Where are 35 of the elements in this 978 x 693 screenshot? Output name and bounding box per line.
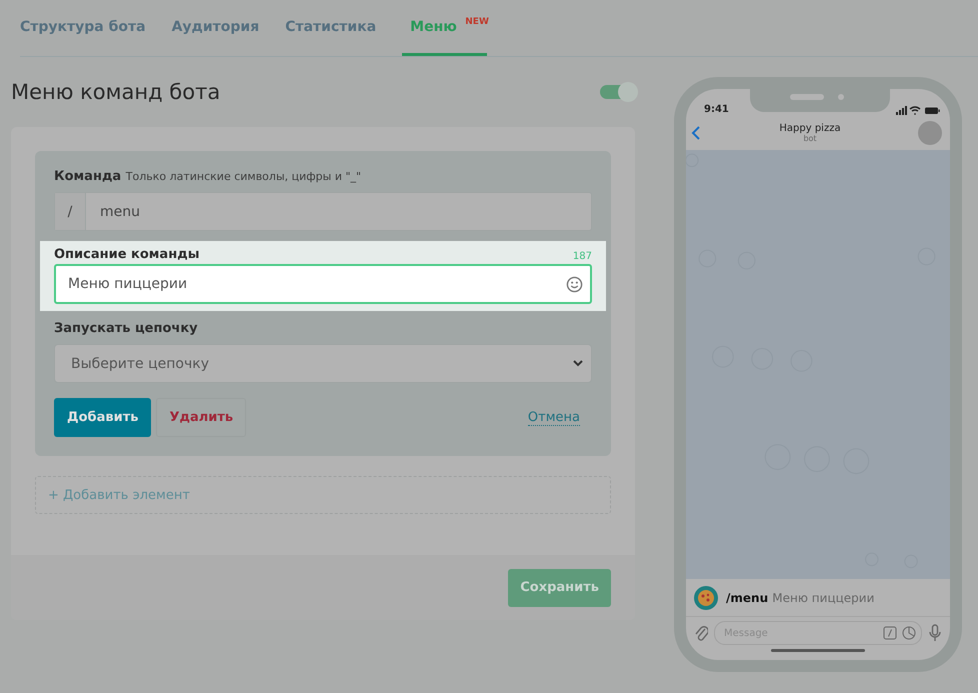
delete-button[interactable]: Удалить: [156, 398, 246, 437]
field-label: Запускать цепочку: [54, 321, 199, 336]
toggle-switch[interactable]: [600, 85, 636, 99]
cancel-link[interactable]: Отмена: [528, 410, 580, 426]
field-label: Описание команды: [54, 247, 200, 262]
command-field[interactable]: / menu: [54, 192, 592, 231]
save-button[interactable]: Сохранить: [508, 568, 611, 606]
input-icons: [883, 626, 917, 640]
status-icons: [896, 106, 940, 115]
new-label: NEW: [465, 17, 489, 27]
tab[interactable]: Меню NEW: [402, 0, 487, 56]
add-element-button[interactable]: + Добавить элемент: [35, 476, 611, 514]
tab[interactable]: Статистика: [285, 0, 376, 56]
field-label: Команда: [54, 169, 122, 184]
pizza-icon: [694, 586, 718, 610]
smiley-icon: [566, 276, 583, 292]
back-icon: [690, 124, 702, 140]
paperclip-icon: [694, 624, 708, 642]
chat-title: Happy pizza: [779, 122, 841, 134]
clock-time: 9:41: [704, 104, 729, 115]
microphone-icon: [928, 624, 942, 642]
page-title: Меню команд бота: [11, 80, 220, 104]
field-hint: Только латинские символы, цифры и "_": [126, 170, 362, 183]
command-suggestion[interactable]: /menu Меню пиццерии: [726, 590, 874, 604]
avatar: [918, 120, 942, 144]
add-button[interactable]: Добавить: [54, 398, 152, 437]
tab[interactable]: Структура бота: [20, 0, 146, 56]
description-field[interactable]: Меню пиццерии: [54, 264, 592, 304]
tab[interactable]: Аудитория: [172, 0, 260, 56]
command-prefix: /: [55, 193, 86, 230]
command-value: menu: [99, 202, 141, 222]
char-counter: 187: [572, 251, 592, 262]
chain-select[interactable]: Выберите цепочку: [54, 344, 592, 383]
chevron-down-icon: [573, 360, 583, 367]
chat-subtitle: bot: [803, 134, 817, 142]
